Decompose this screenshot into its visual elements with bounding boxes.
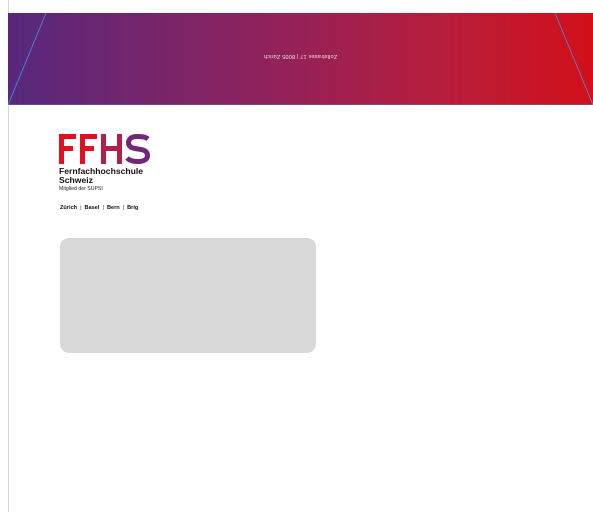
- envelope-page: Zollstrasse 17 | 8005 Zürich Fernfachhoc…: [0, 0, 593, 512]
- location-bern: Bern: [106, 205, 120, 211]
- logo-institution-name: Fernfachhochschule Schweiz: [59, 167, 159, 185]
- flap-address-text: Zollstrasse 17 | 8005 Zürich: [263, 53, 338, 59]
- flap-fold-line-right: [554, 13, 593, 105]
- flap-fold-lines: [8, 13, 593, 105]
- location-separator: |: [80, 205, 82, 211]
- location-zurich: Zürich: [60, 205, 78, 211]
- logo-letter-h: [101, 134, 122, 164]
- location-separator: |: [102, 205, 104, 211]
- location-separator: |: [122, 205, 125, 211]
- logo-letter-f1: [59, 134, 76, 164]
- flap-fold-line-left: [8, 13, 47, 105]
- location-brig: Brig: [127, 205, 139, 211]
- ffhs-logo: Fernfachhochschule Schweiz Mitglied der …: [59, 134, 199, 192]
- logo-tagline: Mitglied der SUPSI: [59, 186, 103, 192]
- address-window: [60, 238, 316, 353]
- logo-letter-f2: [80, 134, 97, 164]
- location-basel: Basel: [84, 205, 100, 211]
- ffhs-logo-mark: [59, 134, 151, 164]
- locations-line: Zürich | Basel | Bern | Brig: [60, 205, 138, 211]
- logo-letter-s: [125, 134, 151, 164]
- logo-name-line2: Schweiz: [59, 175, 93, 185]
